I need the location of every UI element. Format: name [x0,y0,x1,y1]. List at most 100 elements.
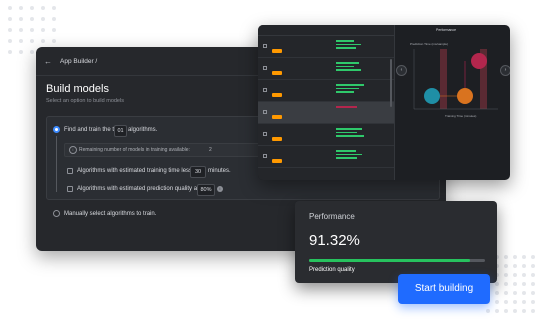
dot [52,39,56,43]
dot [19,50,23,54]
metric-bar [336,106,358,108]
dot [52,17,56,21]
model-checkbox[interactable] [263,44,267,48]
info-icon: i [69,146,77,154]
model-list-item[interactable] [258,58,394,80]
dot [522,300,526,304]
dot [486,309,490,313]
model-list-scrollbar[interactable] [390,59,392,107]
metric-bar [336,135,365,137]
dot [41,6,45,10]
option-find-suffix: algorithms. [128,127,158,133]
page-title: Build models [46,83,109,95]
dot [8,17,12,21]
metric-bar [336,43,361,45]
model-list-item[interactable] [258,36,394,58]
quality-input[interactable]: 80% [197,184,215,196]
metric-bar [336,131,358,133]
performance-comparison-window: Performance ‹ › Prediction Time (ms/samp… [258,25,510,180]
performance-value: 91.32% [309,232,360,249]
dot [522,291,526,295]
algorithm-count-input[interactable]: 01 [114,125,127,137]
dot [513,282,517,286]
start-building-button[interactable]: Start building [398,274,490,304]
page-subtitle: Select an option to build models [46,98,124,104]
model-metric-bars [336,62,366,73]
dot [19,28,23,32]
prediction-quality-bar [309,259,485,262]
model-checkbox[interactable] [263,132,267,136]
metric-bar [336,157,358,159]
dot [531,300,535,304]
metric-bar [336,62,360,64]
dot [513,300,517,304]
model-metric-bars [336,84,366,95]
remaining-count: 2 [209,147,212,153]
dot [30,6,34,10]
dot [504,255,508,259]
performance-card-label: Performance [309,212,355,221]
x-axis-label: Training Time (minutes) [445,114,476,118]
help-icon[interactable]: i [217,186,223,192]
perf-panel-title: Performance [436,28,457,32]
breadcrumb[interactable]: App Builder / [60,58,97,65]
model-tag [272,93,282,97]
training-time-input[interactable]: 30 [190,166,206,178]
metric-bar [336,84,365,86]
model-checkbox[interactable] [263,66,267,70]
model-tag [272,49,282,53]
dot [513,255,517,259]
dot [19,39,23,43]
model-list-item[interactable] [258,80,394,102]
checkbox-prediction-quality[interactable] [67,186,73,192]
dot [513,309,517,313]
back-arrow-icon[interactable]: ← [44,57,52,66]
model-list-item[interactable] [258,102,394,124]
dot [30,50,34,54]
option-indent-line [56,136,57,192]
option-manual-label: Manually select algorithms to train. [64,211,157,217]
radio-manual-select[interactable] [53,210,60,217]
training-time-suffix: minutes. [208,168,231,174]
dot [531,309,535,313]
performance-scatter-plot: Prediction Time (ms/sample) Training Tim… [410,42,498,118]
dot [522,264,526,268]
model-checkbox[interactable] [263,88,267,92]
model-tag [272,137,282,141]
dot [504,264,508,268]
model-list-header [258,25,394,36]
bubble-red [471,53,487,69]
performance-card: Performance 91.32% Prediction quality [295,201,497,283]
dot [41,17,45,21]
dot [513,291,517,295]
metric-bar [336,150,356,152]
model-list [258,25,395,180]
prediction-quality-fill [309,259,470,262]
dot [522,273,526,277]
dot [495,300,499,304]
dot [513,273,517,277]
dot [30,17,34,21]
metric-bar [336,69,361,71]
model-checkbox[interactable] [263,154,267,158]
radio-find-top[interactable] [53,126,60,133]
dot [504,291,508,295]
expand-right-button[interactable]: › [500,65,510,76]
metric-bar [336,91,354,93]
collapse-left-button[interactable]: ‹ [396,65,407,76]
model-list-item[interactable] [258,146,394,168]
threshold-band-1 [440,49,447,109]
model-metric-bars [336,150,366,161]
model-checkbox[interactable] [263,110,267,114]
dot [495,291,499,295]
metric-bar [336,153,363,155]
metric-bar [336,40,354,42]
bubble-orange [457,88,473,104]
dot [513,264,517,268]
dot [522,309,526,313]
model-tag [272,115,282,119]
checkbox-training-time[interactable] [67,168,73,174]
model-metric-bars [336,40,366,51]
dot [41,39,45,43]
model-list-item[interactable] [258,124,394,146]
